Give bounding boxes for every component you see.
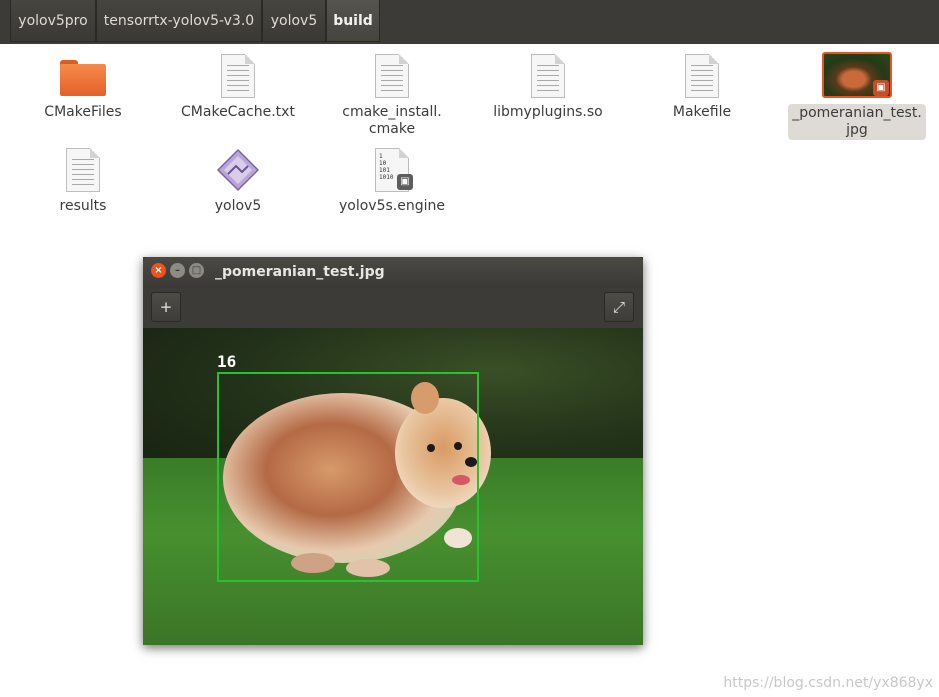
viewer-toolbar: + ⤢ [143, 287, 643, 328]
text-file-icon [8, 144, 158, 196]
file-yolov5-executable[interactable]: yolov5 [163, 144, 313, 215]
maximize-button[interactable]: □ [189, 263, 204, 278]
close-button[interactable]: × [151, 263, 166, 278]
text-file-icon [627, 50, 777, 102]
breadcrumb-build[interactable]: build [326, 0, 380, 42]
file-cmake-install[interactable]: cmake_install. cmake [317, 50, 467, 138]
text-file-icon [317, 50, 467, 102]
file-name: CMakeFiles [44, 104, 122, 120]
text-file-icon [473, 50, 623, 102]
executable-icon [163, 144, 313, 196]
file-name: CMakeCache.txt [181, 104, 295, 120]
file-name: yolov5 [214, 198, 262, 214]
file-name: Makefile [672, 104, 732, 120]
text-file-icon [163, 50, 313, 102]
binary-file-icon: 1 10 101 1010 ▣ [317, 144, 467, 196]
file-results[interactable]: results [8, 144, 158, 215]
detection-bounding-box [217, 372, 479, 582]
breadcrumb-yolov5[interactable]: yolov5 [262, 0, 326, 42]
file-name: results [59, 198, 107, 214]
file-name: yolov5s.engine [339, 198, 445, 214]
minimize-button[interactable]: – [170, 263, 185, 278]
lock-icon: ▣ [397, 174, 413, 190]
file-name: _pomeranian_test. jpg [788, 104, 926, 140]
file-makefile[interactable]: Makefile [627, 50, 777, 121]
detection-class-label: 16 [217, 352, 237, 371]
breadcrumb-tensorrtx-yolov5-v3-0[interactable]: tensorrtx-yolov5-v3.0 [96, 0, 262, 42]
file-cmakecache[interactable]: CMakeCache.txt [163, 50, 313, 121]
viewer-titlebar[interactable]: × – □ _pomeranian_test.jpg [143, 257, 643, 287]
file-cmakefiles[interactable]: CMakeFiles [8, 50, 158, 121]
file-name: libmyplugins.so [493, 104, 603, 120]
viewer-image[interactable]: 16 [143, 328, 643, 645]
file-pomeranian-test[interactable]: ▣ _pomeranian_test. jpg [782, 50, 932, 140]
file-yolov5s-engine[interactable]: 1 10 101 1010 ▣ yolov5s.engine [317, 144, 467, 215]
watermark: https://blog.csdn.net/yx868yx [723, 675, 933, 691]
path-bar: yolov5pro tensorrtx-yolov5-v3.0 yolov5 b… [0, 0, 939, 44]
folder-icon [8, 50, 158, 102]
lock-icon: ▣ [873, 80, 889, 96]
breadcrumb-yolov5pro[interactable]: yolov5pro [10, 0, 96, 42]
fullscreen-button[interactable]: ⤢ [604, 292, 634, 322]
window-title: _pomeranian_test.jpg [215, 264, 385, 280]
image-thumbnail-icon: ▣ [782, 50, 932, 102]
add-button[interactable]: + [151, 292, 181, 322]
image-viewer-window: × – □ _pomeranian_test.jpg + ⤢ 16 [143, 257, 643, 645]
file-libmyplugins[interactable]: libmyplugins.so [473, 50, 623, 121]
file-name: cmake_install. cmake [342, 104, 442, 137]
